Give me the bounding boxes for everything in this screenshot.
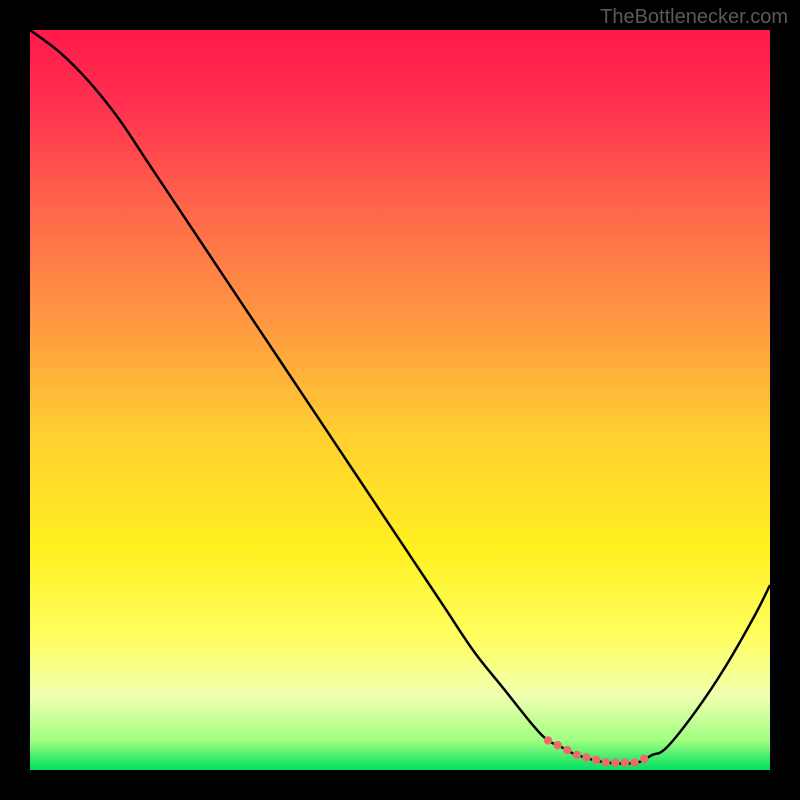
bottleneck-curve xyxy=(30,30,770,764)
chart-curve-layer xyxy=(30,30,770,770)
plot-area xyxy=(30,30,770,770)
optimal-range-marker xyxy=(544,736,649,767)
watermark-text: TheBottlenecker.com xyxy=(600,6,788,29)
